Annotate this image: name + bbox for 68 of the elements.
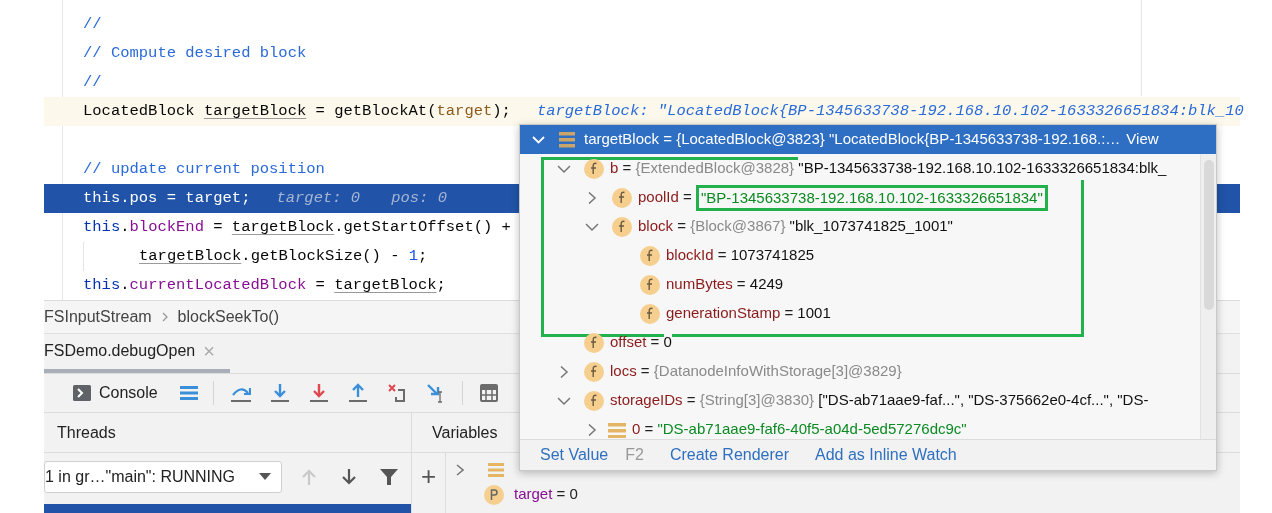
variable-value: "BP-1345633738-192.168.10.102-1633326651834:blk_ [798, 157, 1167, 180]
variable-label: block = {Block@3867} [638, 216, 787, 237]
breadcrumb-item[interactable]: blockSeekTo() [177, 305, 279, 329]
panel-header: Threads [57, 422, 116, 443]
chevron-down-icon[interactable] [556, 162, 572, 175]
variable-label: offset = [610, 332, 661, 353]
terminal-icon [73, 385, 91, 401]
variable-label: storageIDs = {String[3]@3830} [610, 390, 816, 411]
code-line: targetBlock.getBlockSize() - 1; [83, 242, 428, 271]
field-icon [584, 361, 604, 382]
chevron-right-icon[interactable] [456, 463, 464, 476]
inline-value-hint: pos: 0 [391, 187, 447, 209]
chevron-down-icon[interactable] [556, 394, 572, 407]
inline-value-hint: targetBlock: "LocatedBlock{BP-1345633738-192.168.10.102-1633326651834:blk_10 [536, 100, 1244, 122]
down-arrow-icon[interactable] [340, 467, 358, 486]
code-line: // [83, 13, 102, 35]
field-icon [584, 158, 604, 179]
variable-label: b = {ExtendedBlock@3828} [610, 158, 796, 179]
variable-label: numBytes = [666, 274, 747, 295]
list-icon[interactable] [179, 386, 198, 400]
variable-text: target = 0 [514, 484, 578, 505]
field-icon [612, 187, 632, 208]
variable-label: poolId = [638, 187, 693, 208]
drop-frame-icon[interactable] [386, 383, 407, 403]
field-icon [640, 274, 660, 295]
variable-value: "BP-1345633738-192.168.10.102-1633326651834" [696, 184, 1048, 211]
list-icon [559, 131, 575, 148]
variable-label: locs = {DatanodeInfoWithStorage[3]@3829} [610, 361, 902, 382]
field-icon [640, 245, 660, 266]
field-icon [584, 390, 604, 411]
calculator-icon[interactable] [479, 384, 498, 402]
chevron-right-icon [161, 312, 168, 322]
code-line: // [83, 71, 102, 93]
filter-icon[interactable] [380, 467, 398, 486]
code-line: this.pos = target; [83, 187, 251, 209]
variable-label: 0 = [632, 419, 655, 439]
add-watch-button[interactable]: + [420, 463, 437, 489]
shortcut-hint: F2 [625, 445, 644, 465]
session-tab[interactable]: FSDemo.debugOpen × [44, 333, 230, 373]
action-link[interactable]: Create Renderer [669, 443, 790, 467]
code-line: LocatedBlock targetBlock = getBlockAt(target); [83, 100, 511, 122]
thread-dropdown[interactable]: 1 in gr…"main": RUNNING [44, 460, 282, 493]
breadcrumb-item[interactable]: FSInputStream [44, 305, 152, 329]
variable-label: blockId = [666, 245, 728, 266]
step-into-icon[interactable] [269, 383, 290, 403]
field-icon [584, 332, 604, 353]
parameter-glyph-icon [490, 489, 498, 500]
chevron-down-icon[interactable] [532, 135, 545, 144]
action-link[interactable]: Add as Inline Watch [815, 443, 957, 467]
view-link[interactable]: View [1126, 128, 1159, 151]
code-line: // update current position [83, 158, 325, 180]
list-icon [608, 421, 626, 438]
field-icon [612, 216, 632, 237]
field-icon [640, 303, 660, 324]
force-step-into-icon[interactable] [308, 383, 329, 403]
popup-title: targetBlock = {LocatedBlock@3823} "LocatedBlock{BP-1345633738-192.168.:… [584, 129, 1121, 150]
list-icon [488, 462, 504, 477]
panel-header: Variables [432, 422, 498, 443]
chevron-down-icon[interactable] [584, 220, 600, 233]
step-out-icon[interactable] [347, 383, 368, 403]
console-tab[interactable]: Console [73, 381, 158, 405]
caret-down-icon [259, 473, 271, 480]
code-line: this.currentLocatedBlock = targetBlock; [83, 274, 446, 296]
code-line: // Compute desired block [83, 42, 307, 64]
code-line: this.blockEnd = targetBlock.getStartOffset() + [83, 216, 511, 238]
variable-label: generationStamp = [666, 303, 795, 324]
inline-value-hint: target: 0 [276, 187, 361, 209]
action-link[interactable]: Set Value F2 [540, 443, 644, 467]
